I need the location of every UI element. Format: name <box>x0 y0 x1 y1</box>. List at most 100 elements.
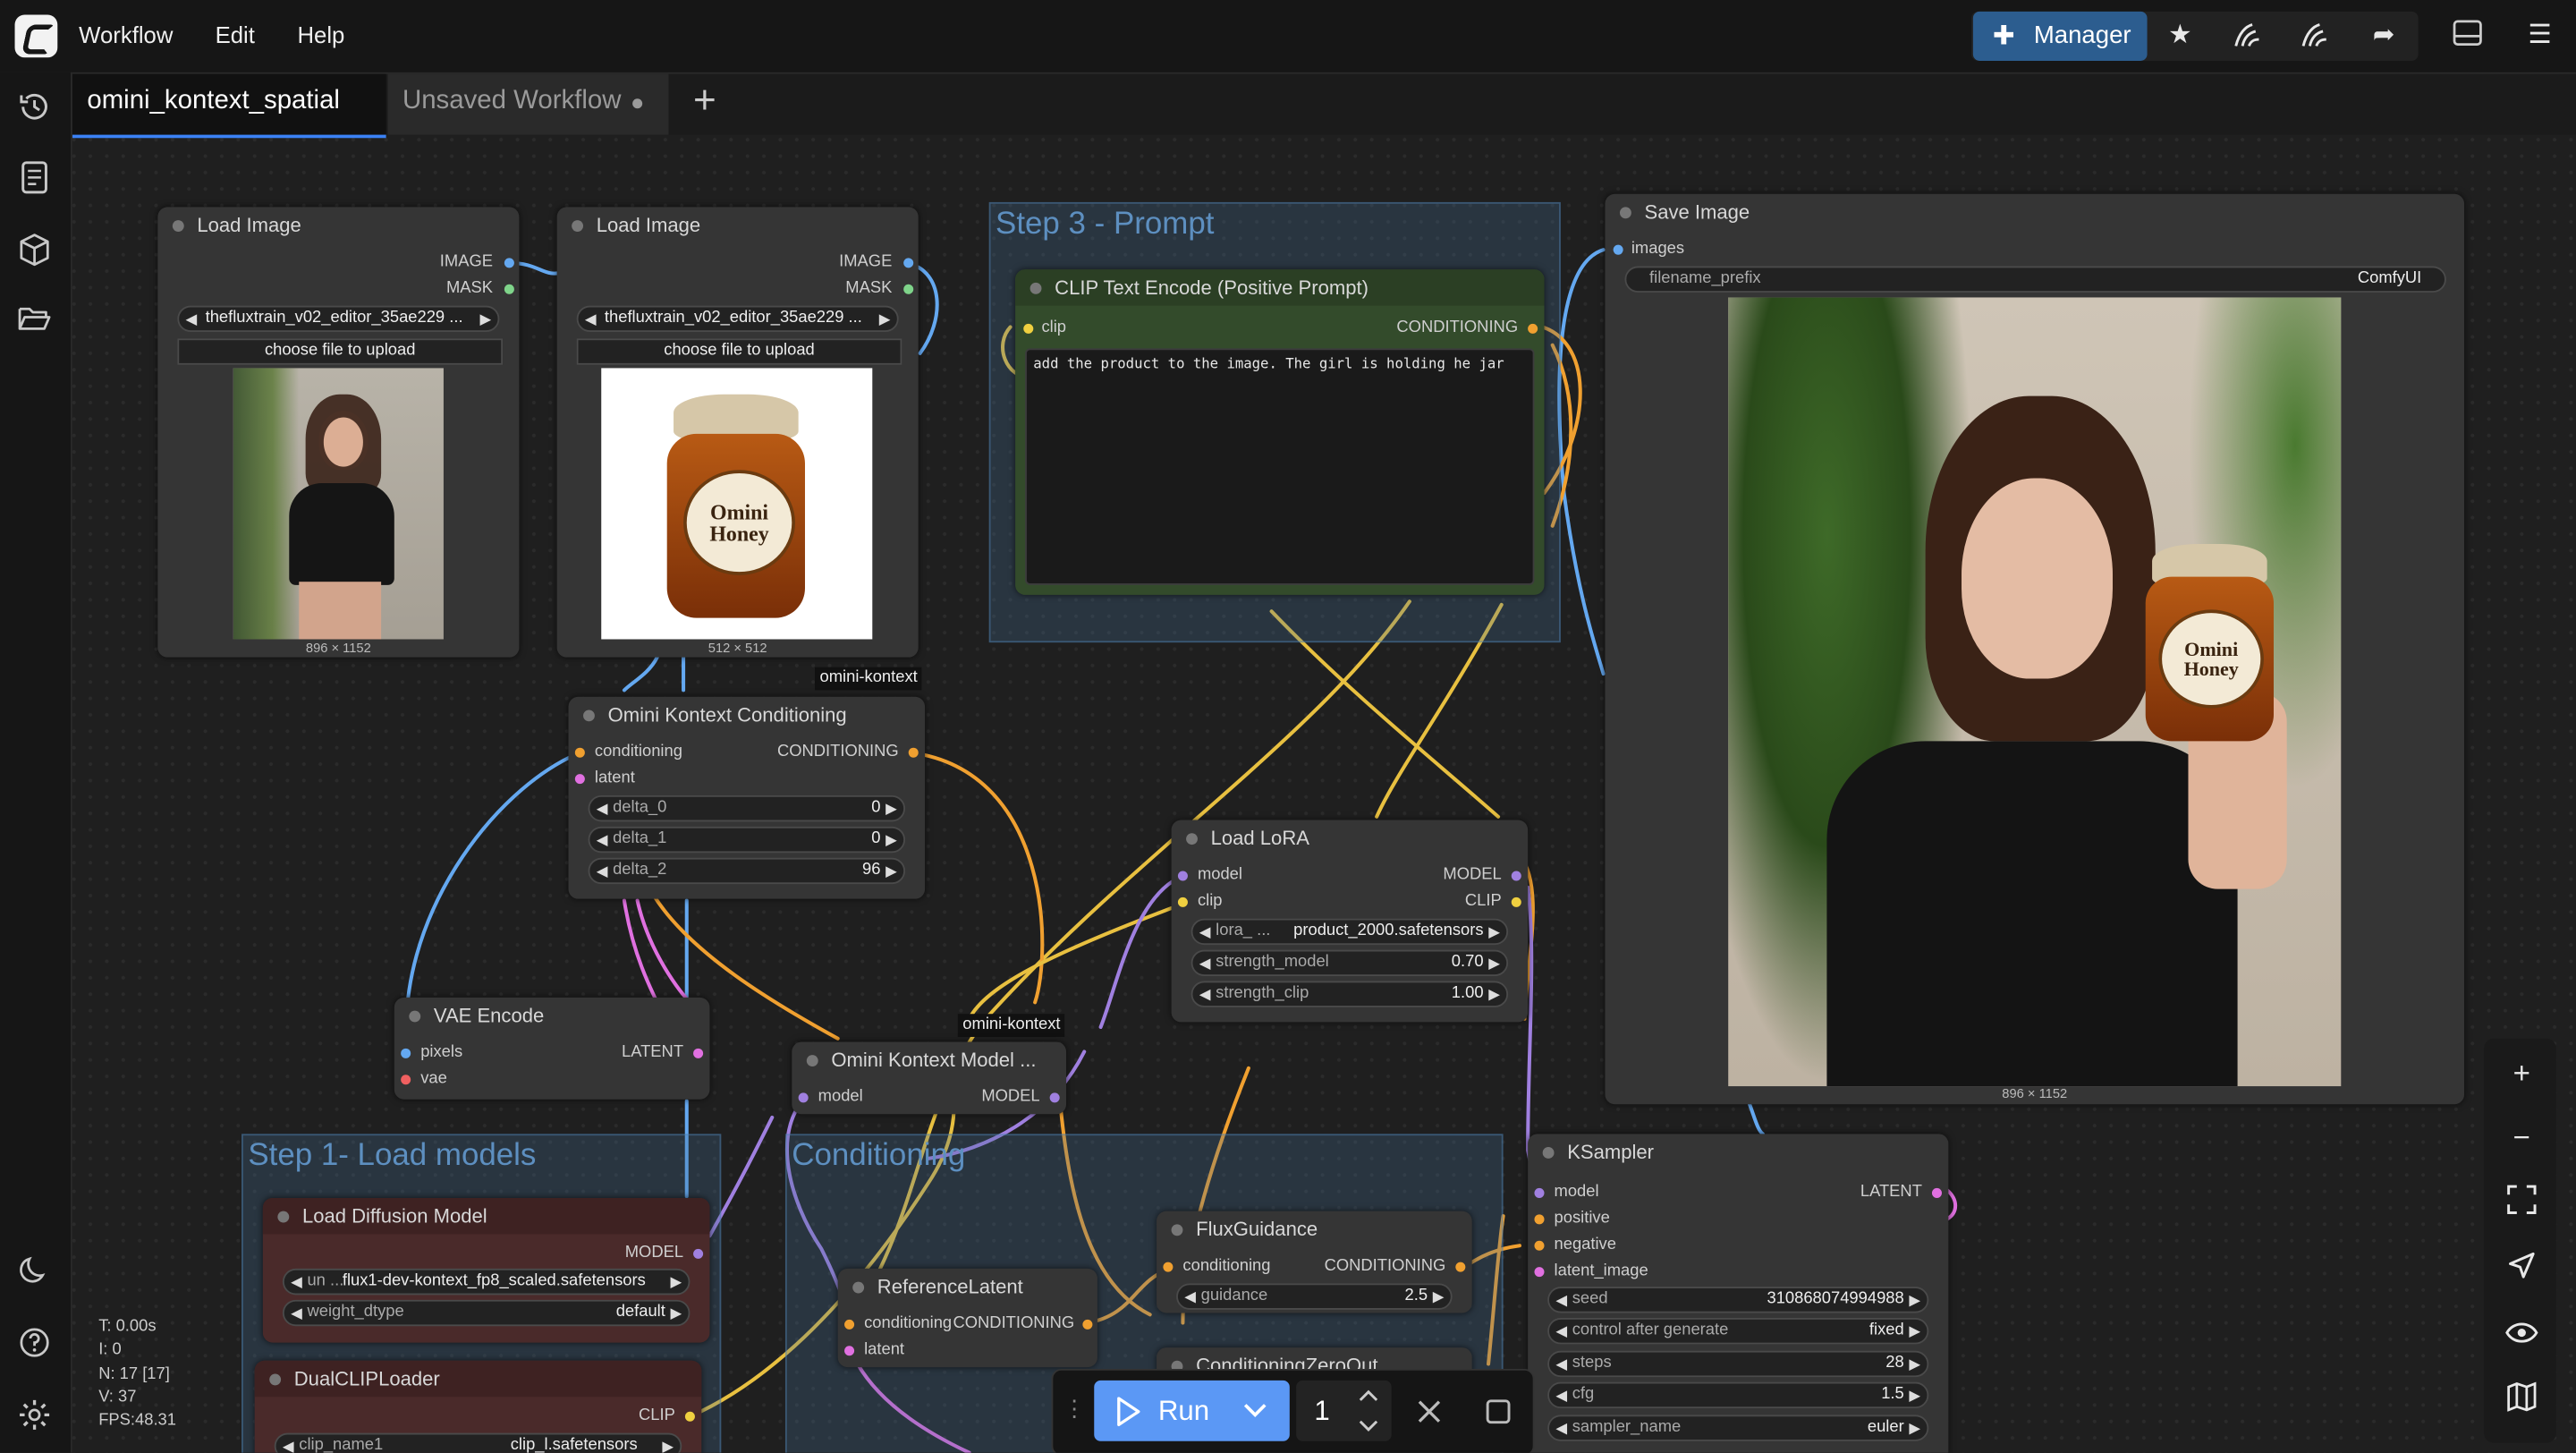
model-input-dot[interactable] <box>1534 1187 1545 1198</box>
arrow-left-icon[interactable]: ◀ <box>585 307 597 330</box>
omini-kontext-model-node[interactable]: Omini Kontext Model ... model MODEL <box>792 1041 1067 1115</box>
node-title[interactable]: KSampler <box>1528 1134 1948 1169</box>
save-image-node[interactable]: Save Image images filename_prefix ComfyU… <box>1605 193 2465 1105</box>
clip-output-dot[interactable] <box>1511 896 1521 907</box>
arrow-left-icon[interactable]: ◀ <box>1555 1353 1567 1376</box>
comfy-logo-icon[interactable] <box>14 14 58 58</box>
image-output-dot[interactable] <box>903 258 914 268</box>
steps-widget[interactable]: ◀ steps 28 ▶ <box>1547 1350 1929 1378</box>
arrow-left-icon[interactable]: ◀ <box>291 1270 302 1294</box>
arrow-right-icon[interactable]: ▶ <box>886 860 897 883</box>
fit-view-icon[interactable] <box>2504 1185 2539 1220</box>
prompt-textarea[interactable]: add the product to the image. The girl i… <box>1025 348 1535 585</box>
minimap-icon[interactable] <box>2504 1381 2539 1418</box>
latent-output-dot[interactable] <box>693 1048 704 1058</box>
arrow-right-icon[interactable]: ▶ <box>1433 1285 1445 1308</box>
ksampler-node[interactable]: KSampler model positive negative latent_… <box>1528 1134 1949 1453</box>
arrow-right-icon[interactable]: ▶ <box>1488 951 1500 974</box>
image-output-dot[interactable] <box>504 258 514 268</box>
queue-count-stepper[interactable]: 1 <box>1296 1380 1392 1441</box>
conditioning-input-dot[interactable] <box>1163 1262 1174 1272</box>
seed-widget[interactable]: ◀ seed 310868074994988 ▶ <box>1547 1287 1929 1313</box>
arrow-left-icon[interactable]: ◀ <box>1199 951 1211 974</box>
model-input-dot[interactable] <box>1177 871 1188 881</box>
arrow-right-icon[interactable]: ▶ <box>1909 1384 1920 1407</box>
gear-icon[interactable] <box>16 1398 52 1434</box>
weight-dtype-select[interactable]: ◀ weight_dtype default ▶ <box>282 1299 691 1327</box>
load-image-node-1[interactable]: Load Image IMAGE MASK ◀ thefluxtrain_v02… <box>157 207 520 658</box>
vae-encode-node[interactable]: VAE Encode pixels vae LATENT <box>394 997 710 1100</box>
control-after-generate-widget[interactable]: ◀ control after generate fixed ▶ <box>1547 1318 1929 1345</box>
conditioning-input-dot[interactable] <box>844 1319 855 1330</box>
omini-kontext-conditioning-node[interactable]: Omini Kontext Conditioning conditioning … <box>568 696 926 899</box>
node-title[interactable]: Load Image <box>557 207 919 242</box>
node-title[interactable]: ReferenceLatent <box>838 1269 1097 1304</box>
chevron-down-icon[interactable] <box>1242 1390 1268 1430</box>
eye-icon[interactable] <box>2504 1316 2539 1352</box>
image-file-select[interactable]: ◀ thefluxtrain_v02_editor_35ae229 ... ▶ <box>177 305 500 333</box>
clip-input-dot[interactable] <box>1023 323 1034 334</box>
conditioning-output-dot[interactable] <box>1455 1262 1466 1272</box>
flux-guidance-node[interactable]: FluxGuidance conditioning CONDITIONING ◀… <box>1157 1211 1472 1313</box>
node-title[interactable]: Omini Kontext Conditioning <box>568 697 925 733</box>
delta-0-widget[interactable]: ◀ delta_0 0 ▶ <box>588 794 906 822</box>
node-title[interactable]: Load Diffusion Model <box>262 1197 710 1235</box>
arrow-left-icon[interactable]: ◀ <box>1555 1320 1567 1343</box>
conditioning-output-dot[interactable] <box>1528 323 1538 334</box>
zoom-out-icon[interactable]: − <box>2504 1119 2539 1155</box>
chevron-down-icon[interactable] <box>1359 1418 1378 1434</box>
mask-output-dot[interactable] <box>903 284 914 294</box>
history-icon[interactable] <box>16 90 52 126</box>
arrow-left-icon[interactable]: ◀ <box>597 860 608 883</box>
arrow-left-icon[interactable]: ◀ <box>283 1434 294 1453</box>
node-title[interactable]: VAE Encode <box>394 998 710 1033</box>
clip-name1-select[interactable]: ◀ clip_name1 clip_l.safetensors ▶ <box>274 1432 682 1453</box>
arrow-right-icon[interactable]: ▶ <box>1909 1416 1920 1440</box>
menu-workflow[interactable]: Workflow <box>79 21 173 47</box>
node-title[interactable]: Save Image <box>1605 194 2464 230</box>
help-icon[interactable] <box>16 1326 52 1362</box>
node-title[interactable]: Omini Kontext Model ... <box>792 1041 1066 1077</box>
arrow-left-icon[interactable]: ◀ <box>1555 1416 1567 1440</box>
latent-output-dot[interactable] <box>1931 1187 1942 1198</box>
arrow-right-icon[interactable]: ▶ <box>1909 1288 1920 1312</box>
image-file-select[interactable]: ◀ thefluxtrain_v02_editor_35ae229 ... ▶ <box>576 305 899 333</box>
model-share-icon[interactable] <box>2229 20 2265 59</box>
model-download-icon[interactable] <box>2297 20 2333 59</box>
filename-prefix-field[interactable]: filename_prefix ComfyUI <box>1624 266 2446 293</box>
stop-icon[interactable] <box>1485 1398 1511 1424</box>
load-image-node-2[interactable]: Load Image IMAGE MASK ◀ thefluxtrain_v02… <box>556 207 919 658</box>
sampler-name-widget[interactable]: ◀ sampler_name euler ▶ <box>1547 1415 1929 1441</box>
arrow-left-icon[interactable]: ◀ <box>1199 982 1211 1006</box>
conditioning-input-dot[interactable] <box>574 747 585 758</box>
arrow-right-icon[interactable]: ▶ <box>479 307 491 330</box>
guidance-widget[interactable]: ◀ guidance 2.5 ▶ <box>1176 1283 1453 1310</box>
arrow-left-icon[interactable]: ◀ <box>186 307 198 330</box>
model-output-dot[interactable] <box>693 1248 704 1259</box>
arrow-left-icon[interactable]: ◀ <box>597 797 608 820</box>
theme-moon-icon[interactable] <box>16 1255 52 1291</box>
arrow-left-icon[interactable]: ◀ <box>1199 921 1211 944</box>
panel-toggle-icon[interactable] <box>2450 20 2486 55</box>
arrow-right-icon[interactable]: ▶ <box>1909 1320 1920 1343</box>
load-diffusion-model-node[interactable]: Load Diffusion Model MODEL ◀ un ... flux1-… <box>262 1197 710 1343</box>
queue-list-icon[interactable] <box>16 161 52 197</box>
mask-output-dot[interactable] <box>504 284 514 294</box>
lora-name-select[interactable]: ◀ lora_ ... product_2000.safetensors ▶ <box>1191 918 1509 946</box>
arrow-right-icon[interactable]: ▶ <box>662 1434 674 1453</box>
node-title[interactable]: Load Image <box>157 207 519 242</box>
share-icon[interactable]: ➦ <box>2366 20 2402 53</box>
upload-button[interactable]: choose file to upload <box>177 338 504 365</box>
clip-output-dot[interactable] <box>684 1411 695 1422</box>
arrow-left-icon[interactable]: ◀ <box>597 828 608 852</box>
upload-button[interactable]: choose file to upload <box>576 338 902 365</box>
unet-name-select[interactable]: ◀ un ... flux1-dev-kontext_fp8_scaled.safe… <box>282 1268 691 1296</box>
menu-help[interactable]: Help <box>297 21 344 47</box>
folder-open-icon[interactable] <box>16 304 52 340</box>
chevron-up-icon[interactable] <box>1359 1387 1378 1403</box>
arrow-left-icon[interactable]: ◀ <box>1555 1288 1567 1312</box>
images-input-dot[interactable] <box>1613 244 1623 255</box>
delta-1-widget[interactable]: ◀ delta_1 0 ▶ <box>588 826 906 854</box>
menu-edit[interactable]: Edit <box>216 21 255 47</box>
arrow-right-icon[interactable]: ▶ <box>1488 982 1500 1006</box>
